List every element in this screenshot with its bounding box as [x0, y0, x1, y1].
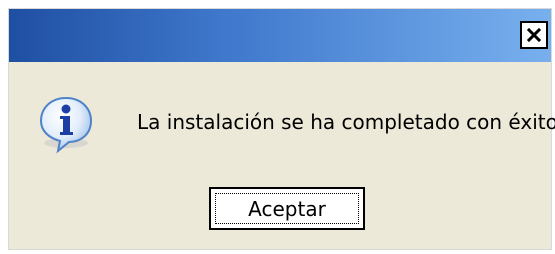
info-icon [39, 96, 93, 154]
close-button[interactable] [520, 21, 548, 49]
title-bar[interactable] [9, 9, 551, 62]
ok-button[interactable]: Aceptar [209, 187, 365, 230]
ok-button-label: Aceptar [248, 196, 326, 221]
dialog-message: La instalación se ha completado con éxit… [137, 110, 555, 134]
message-dialog: La instalación se ha completado con éxit… [8, 8, 555, 250]
close-icon [526, 27, 542, 43]
